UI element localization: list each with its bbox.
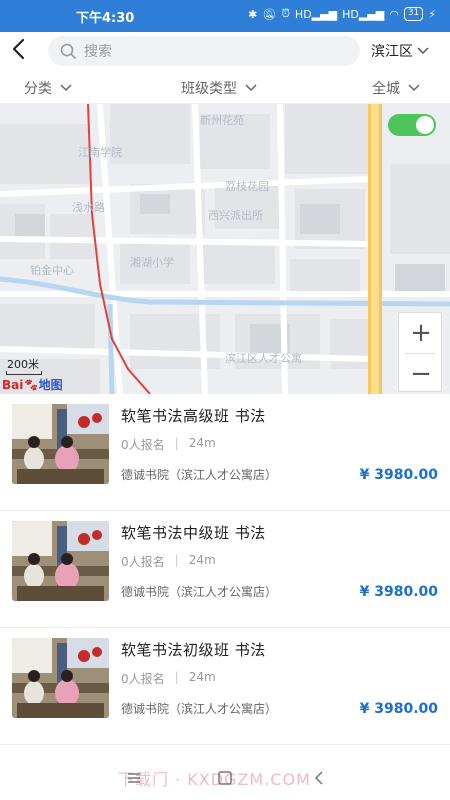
course-thumbnail: [12, 638, 109, 718]
filter-area-label: 全城: [372, 81, 400, 97]
status-time: 下午4:30: [76, 11, 135, 26]
zoom-control: + −: [398, 312, 442, 392]
course-item[interactable]: 软笔书法高级班 书法 0人报名 | 24m 德诚书院（滨江人才公寓店） ¥ 39…: [0, 394, 450, 511]
map-scale-bar: [6, 371, 42, 375]
wifi-icon: ◠: [389, 7, 399, 21]
map-place-label: 铂金中心: [30, 263, 74, 277]
map-place-label: 荔枝花园: [225, 179, 269, 193]
filter-category[interactable]: 分类: [24, 78, 72, 98]
charging-icon: ⚡︎: [428, 7, 436, 21]
course-title: 软笔书法高级班 书法: [121, 407, 266, 425]
search-placeholder: 搜索: [84, 44, 112, 60]
meta-separator: |: [174, 436, 179, 450]
signal-icon: HD▂▄▆: [342, 7, 385, 21]
enrolled-count: 0人报名: [121, 555, 165, 569]
map-canvas: 新州花苑 江南学院 浅水路 荔枝花园 西兴派出所 铂金中心 湘湖小学 滨江区人才…: [0, 104, 450, 394]
course-meta: 0人报名 | 24m: [121, 553, 216, 570]
chevron-down-icon: [408, 84, 420, 92]
map-toggle-switch[interactable]: [388, 114, 436, 136]
course-thumbnail: [12, 404, 109, 484]
map-place-label: 西兴派出所: [208, 208, 263, 222]
school-name: 德诚书院（滨江人才公寓店）: [121, 702, 278, 716]
mute-icon: 🔕︎: [262, 7, 277, 21]
map-place-label: 江南学院: [78, 145, 122, 159]
course-item[interactable]: 软笔书法中级班 书法 0人报名 | 24m 德诚书院（滨江人才公寓店） ¥ 39…: [0, 511, 450, 628]
zoom-out-button[interactable]: −: [399, 354, 443, 394]
enrolled-count: 0人报名: [121, 672, 165, 686]
map-view[interactable]: 新州花苑 江南学院 浅水路 荔枝花园 西兴派出所 铂金中心 湘湖小学 滨江区人才…: [0, 104, 450, 394]
top-bar: 搜索 滨江区: [0, 32, 450, 70]
back-icon[interactable]: [309, 768, 329, 788]
filter-class-type[interactable]: 班级类型: [181, 78, 257, 98]
toggle-knob: [416, 116, 434, 134]
home-icon[interactable]: [215, 768, 235, 788]
filter-category-label: 分类: [24, 81, 52, 97]
system-nav-bar: 下载门 · KXDGZM.COM: [0, 756, 450, 800]
battery-icon: 31: [403, 7, 424, 21]
status-icons: ✱ 🔕︎ ⏰︎ HD▂▄▆ HD▂▄▆ ◠ 31 ⚡︎: [248, 7, 436, 21]
course-meta: 0人报名 | 24m: [121, 670, 216, 687]
search-input[interactable]: 搜索: [48, 36, 360, 66]
distance: 24m: [188, 436, 216, 450]
signal-icon: HD▂▄▆: [294, 7, 338, 21]
course-price: ¥ 3980.00: [359, 701, 438, 717]
filter-class-type-label: 班级类型: [181, 81, 237, 97]
course-price: ¥ 3980.00: [359, 584, 438, 600]
course-list: 软笔书法高级班 书法 0人报名 | 24m 德诚书院（滨江人才公寓店） ¥ 39…: [0, 394, 450, 745]
course-thumbnail: [12, 521, 109, 601]
filter-area[interactable]: 全城: [372, 78, 420, 98]
district-label: 滨江区: [371, 44, 413, 60]
chevron-down-icon: [245, 84, 257, 92]
search-icon: [60, 43, 76, 59]
course-title: 软笔书法中级班 书法: [121, 524, 266, 542]
distance: 24m: [188, 670, 216, 684]
map-scale-label: 200米: [7, 358, 39, 371]
map-place-label: 新州花苑: [200, 113, 244, 127]
district-selector[interactable]: 滨江区: [371, 41, 429, 61]
back-arrow-icon[interactable]: [8, 34, 30, 64]
meta-separator: |: [174, 553, 179, 567]
baidu-map-logo: Bai🐾︎地图: [2, 378, 63, 392]
alarm-icon: ⏰︎: [281, 7, 290, 20]
distance: 24m: [188, 553, 216, 567]
map-place-label: 滨江区人才公寓: [225, 351, 302, 365]
course-price: ¥ 3980.00: [359, 467, 438, 483]
course-meta: 0人报名 | 24m: [121, 436, 216, 453]
chevron-down-icon: [60, 84, 72, 92]
meta-separator: |: [174, 670, 179, 684]
bluetooth-icon: ✱: [248, 7, 258, 21]
chevron-down-icon: [417, 47, 429, 55]
map-place-label: 湘湖小学: [130, 255, 174, 269]
enrolled-count: 0人报名: [121, 438, 165, 452]
zoom-in-button[interactable]: +: [399, 313, 443, 353]
filter-bar: 分类 班级类型 全城: [0, 70, 450, 104]
course-title: 软笔书法初级班 书法: [121, 641, 266, 659]
status-bar: 下午4:30 ✱ 🔕︎ ⏰︎ HD▂▄▆ HD▂▄▆ ◠ 31 ⚡︎: [0, 0, 450, 32]
menu-icon[interactable]: [124, 768, 144, 788]
course-item[interactable]: 软笔书法初级班 书法 0人报名 | 24m 德诚书院（滨江人才公寓店） ¥ 39…: [0, 628, 450, 745]
map-place-label: 浅水路: [72, 201, 105, 214]
school-name: 德诚书院（滨江人才公寓店）: [121, 585, 278, 599]
school-name: 德诚书院（滨江人才公寓店）: [121, 468, 278, 482]
